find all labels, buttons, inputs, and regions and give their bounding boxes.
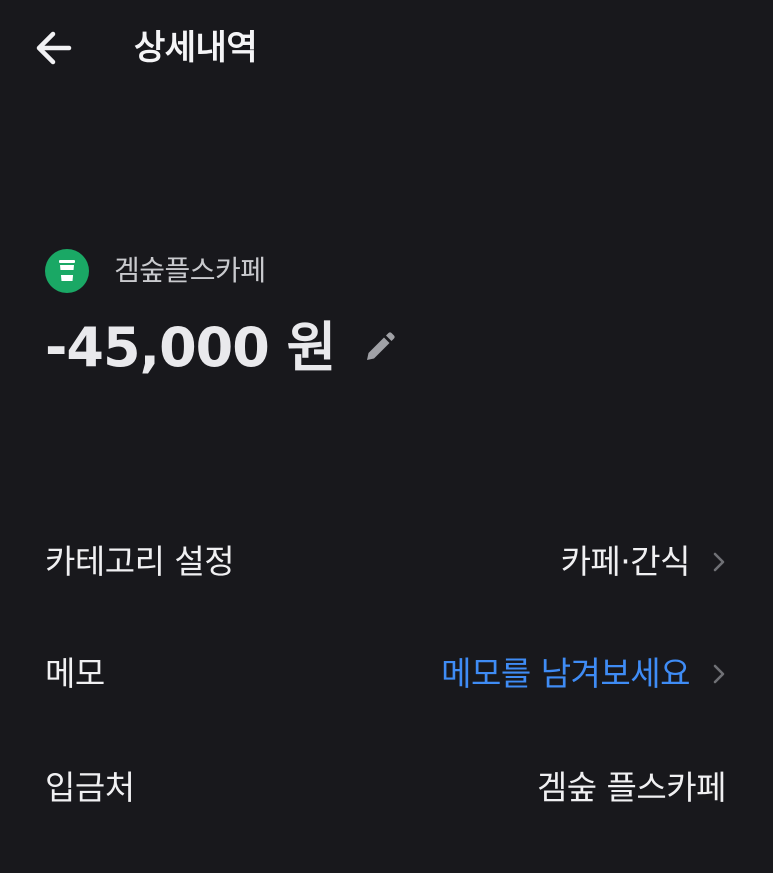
depositor-row: 입금처 겜숲 플스카페: [0, 748, 773, 828]
memo-label: 메모: [45, 654, 105, 693]
arrow-left-icon: [36, 31, 72, 65]
back-button[interactable]: [30, 26, 76, 70]
category-label: 카테고리 설정: [45, 542, 235, 581]
merchant-logo: [45, 249, 89, 293]
chevron-right-icon: [713, 552, 725, 572]
category-row[interactable]: 카테고리 설정 카페·간식: [0, 522, 773, 602]
amount-section: -45,000 원: [45, 312, 399, 384]
memo-row[interactable]: 메모 메모를 남겨보세요: [0, 634, 773, 714]
page-title: 상세내역: [134, 28, 258, 68]
memo-placeholder[interactable]: 메모를 남겨보세요: [441, 634, 690, 714]
app-header: 상세내역: [0, 0, 773, 100]
depositor-value: 겜숲 플스카페: [536, 768, 727, 807]
transaction-amount: -45,000 원: [45, 316, 336, 379]
merchant-name: 겜숲플스카페: [114, 254, 266, 287]
pencil-icon: [367, 332, 395, 360]
category-value: 카페·간식: [560, 542, 691, 581]
edit-amount-button[interactable]: [359, 328, 399, 368]
depositor-label: 입금처: [45, 768, 135, 807]
chevron-right-icon: [713, 664, 725, 684]
merchant-info: 겜숲플스카페: [45, 249, 266, 293]
coffee-cup-icon: [59, 260, 75, 281]
